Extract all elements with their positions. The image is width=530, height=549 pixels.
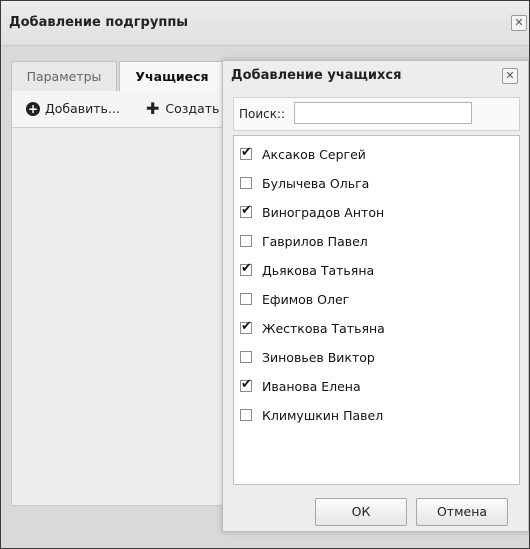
student-name: Зиновьев Виктор [262,349,375,365]
outer-title: Добавление подгруппы [9,15,189,30]
list-item[interactable]: Виноградов Антон [240,202,384,222]
checkbox[interactable] [240,293,252,305]
outer-header: Добавление подгруппы ✕ [1,1,529,46]
student-name: Ефимов Олег [262,291,350,307]
checkbox[interactable] [240,409,252,421]
checkbox[interactable] [240,351,252,363]
search-label: Поиск:: [239,107,286,121]
list-item[interactable]: Булычева Ольга [240,173,369,193]
list-item[interactable]: Аксаков Сергей [240,144,366,164]
list-item[interactable]: Гаврилов Павел [240,231,368,251]
add-students-dialog: Добавление учащихся ✕ Поиск:: Аксаков Се… [222,60,529,532]
student-name: Климушкин Павел [262,407,384,423]
list-item[interactable]: Иванова Елена [240,376,361,396]
list-item[interactable]: Жесткова Татьяна [240,318,385,338]
create-button[interactable]: ✚ Создать [146,99,219,119]
checkbox[interactable] [240,319,252,334]
student-name: Виноградов Антон [262,204,385,220]
cancel-button[interactable]: Отмена [416,498,508,526]
dialog-header: Добавление учащихся ✕ [223,61,528,91]
ok-button[interactable]: ОК [315,498,407,526]
search-row: Поиск:: [233,97,520,131]
student-name: Дьякова Татьяна [262,262,375,278]
list-item[interactable]: Ефимов Олег [240,289,349,309]
plus-icon: ✚ [146,99,160,118]
checkbox[interactable] [240,145,252,160]
add-button[interactable]: + Добавить... [26,99,120,119]
add-circle-icon: + [26,102,40,116]
outer-close-button[interactable]: ✕ [511,15,527,31]
student-name: Булычева Ольга [262,175,370,191]
dialog-title: Добавление учащихся [231,68,402,83]
list-item[interactable]: Зиновьев Виктор [240,347,375,367]
checkbox[interactable] [240,203,252,218]
search-input[interactable] [294,102,472,124]
add-button-label: Добавить... [45,101,120,116]
dialog-close-button[interactable]: ✕ [502,68,518,84]
checkbox[interactable] [240,377,252,392]
student-name: Аксаков Сергей [262,146,366,162]
student-name: Иванова Елена [262,378,361,394]
list-item[interactable]: Дьякова Татьяна [240,260,374,280]
list-item[interactable]: Климушкин Павел [240,405,383,425]
tab-parameters[interactable]: Параметры [11,61,117,92]
checkbox[interactable] [240,177,252,189]
tab-students[interactable]: Учащиеся [119,61,225,93]
create-button-label: Создать [165,101,220,116]
checkbox[interactable] [240,235,252,247]
student-name: Жесткова Татьяна [262,320,385,336]
student-name: Гаврилов Павел [262,233,368,249]
checkbox[interactable] [240,261,252,276]
students-list: Аксаков Сергей Булычева Ольга Виноградов… [233,135,520,485]
